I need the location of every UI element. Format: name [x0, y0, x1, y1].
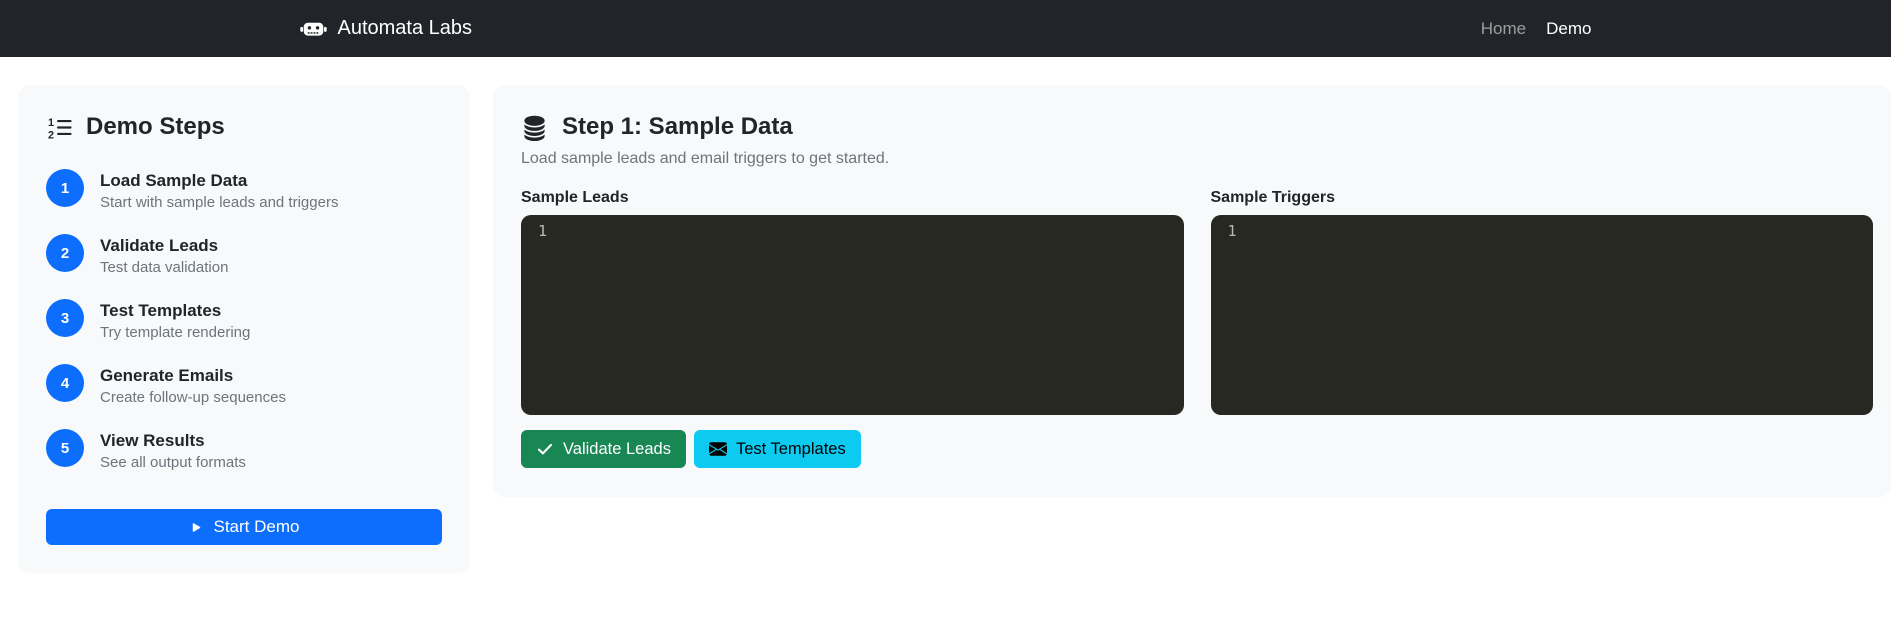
brand-label: Automata Labs [337, 17, 473, 39]
step-badge-5: 5 [46, 429, 84, 467]
step-desc: See all output formats [100, 454, 246, 471]
editor-line-number: 1 [1227, 222, 1237, 240]
step-title: Test Templates [100, 301, 222, 320]
sample-triggers-column: Sample Triggers 1 [1210, 189, 1873, 415]
svg-text:1: 1 [48, 116, 54, 128]
step-item-3: 3 Test Templates Try template rendering [46, 299, 442, 342]
step-desc: Start with sample leads and triggers [100, 194, 339, 211]
nav-links: Home Demo [1471, 11, 1592, 47]
step-title: View Results [100, 431, 205, 450]
step-item-1: 1 Load Sample Data Start with sample lea… [46, 169, 442, 212]
brand[interactable]: Automata Labs [299, 15, 473, 42]
validate-leads-label: Validate Leads [563, 439, 671, 458]
play-icon [189, 520, 204, 535]
validate-leads-button[interactable]: Validate Leads [521, 430, 686, 468]
start-demo-button[interactable]: Start Demo [46, 509, 442, 545]
check-icon [536, 440, 554, 458]
envelope-icon [708, 440, 727, 458]
step-badge-2: 2 [46, 234, 84, 272]
demo-steps-header: 1 2 Demo Steps [46, 113, 442, 141]
sample-leads-label: Sample Leads [521, 189, 629, 206]
sample-leads-column: Sample Leads 1 [521, 189, 1184, 415]
step-title: Load Sample Data [100, 171, 248, 190]
nav-link-demo[interactable]: Demo [1536, 11, 1591, 47]
step1-title: Step 1: Sample Data [562, 113, 793, 140]
navbar: Automata Labs Home Demo [0, 0, 1891, 57]
database-icon [521, 114, 548, 141]
step-badge-3: 3 [46, 299, 84, 337]
list-ol-icon: 1 2 [46, 114, 73, 141]
step1-card: Step 1: Sample Data Load sample leads an… [493, 85, 1891, 497]
editors-row: Sample Leads 1 Sample Triggers 1 [521, 189, 1873, 415]
test-templates-button[interactable]: Test Templates [693, 430, 861, 468]
start-demo-label: Start Demo [213, 517, 300, 536]
svg-text:2: 2 [48, 129, 54, 140]
buttons-row: Validate Leads Test Templates [521, 430, 1873, 468]
step-desc: Create follow-up sequences [100, 389, 286, 406]
step-item-2: 2 Validate Leads Test data validation [46, 234, 442, 277]
sample-triggers-editor[interactable]: 1 [1210, 215, 1873, 415]
step-desc: Try template rendering [100, 324, 251, 341]
step-item-4: 4 Generate Emails Create follow-up seque… [46, 364, 442, 407]
editor-line-number: 1 [538, 222, 548, 240]
step1-header: Step 1: Sample Data [521, 113, 1873, 141]
demo-steps-title: Demo Steps [86, 113, 225, 140]
step-badge-4: 4 [46, 364, 84, 402]
sample-leads-editor[interactable]: 1 [521, 215, 1184, 415]
step-desc: Test data validation [100, 259, 229, 276]
nav-link-home[interactable]: Home [1471, 11, 1536, 47]
content-area: 1 2 Demo Steps 1 Load Sample Data Start … [0, 57, 1891, 573]
sample-triggers-label: Sample Triggers [1210, 189, 1336, 206]
demo-steps-card: 1 2 Demo Steps 1 Load Sample Data Start … [18, 85, 470, 573]
navbar-container: Automata Labs Home Demo [286, 11, 1606, 47]
step-title: Generate Emails [100, 366, 234, 385]
step1-subtitle: Load sample leads and email triggers to … [521, 150, 890, 167]
step-item-5: 5 View Results See all output formats [46, 429, 442, 472]
test-templates-label: Test Templates [735, 439, 846, 458]
step-badge-1: 1 [46, 169, 84, 207]
robot-icon [299, 15, 327, 42]
step-title: Validate Leads [100, 236, 219, 255]
